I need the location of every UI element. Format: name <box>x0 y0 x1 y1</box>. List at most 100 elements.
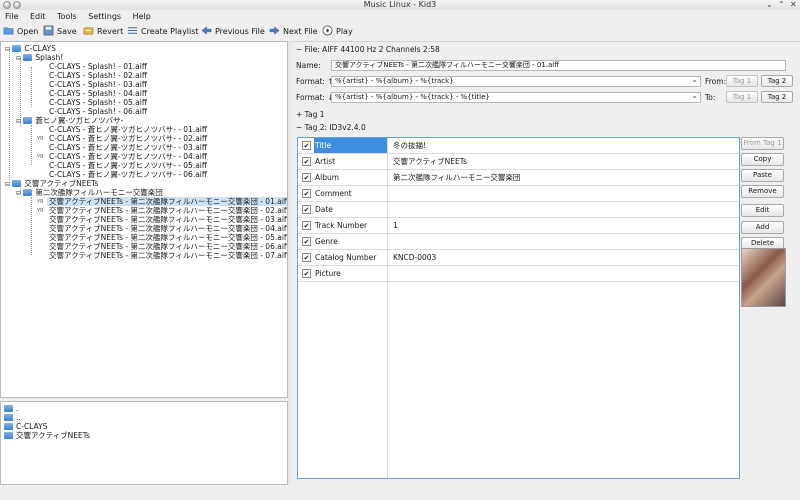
tree-album-kantai[interactable]: ⊟ 第二次艦隊フィルハーモニー交響楽団 <box>16 188 163 197</box>
maximize-icon[interactable]: ⌃ <box>778 0 785 10</box>
to-tag1-button[interactable]: Tag 1 <box>726 91 758 103</box>
tree-file[interactable]: C-CLAYS - 蒼ヒノ翼-ツガヒノツバサ- - 03.aiff <box>49 143 207 152</box>
dir-label: . <box>16 404 19 413</box>
collapse-icon[interactable]: ⊟ <box>5 46 10 53</box>
tree-file[interactable]: C-CLAYS - 蒼ヒノ翼-ツガヒノツバサ- - 01.aiff <box>49 125 207 134</box>
from-tag1-copy-button[interactable]: From Tag 1 <box>741 137 784 150</box>
add-button[interactable]: Add <box>741 221 784 234</box>
tree-file[interactable]: C-CLAYS - Splash! - 06.aiff <box>49 107 147 116</box>
tree-file[interactable]: C-CLAYS - Splash! - 02.aiff <box>49 71 147 80</box>
tree-file[interactable]: 交響アクティブNEETs - 第二次艦隊フィルハーモニー交響楽団 - 04.ai… <box>49 224 287 233</box>
folder-icon <box>4 422 13 430</box>
checkbox[interactable]: ✔ <box>302 141 311 150</box>
tag2-section-header[interactable]: − Tag 2: ID3v2.4.0 <box>296 122 366 133</box>
checkbox[interactable]: ✔ <box>302 237 311 246</box>
field-value[interactable]: 冬の抜錨! <box>390 138 426 154</box>
tree-file[interactable]: C-CLAYS - Splash! - 04.aiff <box>49 89 147 98</box>
tree-file[interactable]: 交響アクティブNEETs - 第二次艦隊フィルハーモニー交響楽団 - 03.ai… <box>49 215 287 224</box>
folder-icon <box>23 188 33 196</box>
toolbar: Open Save Revert Create Playlist Previou… <box>0 23 800 42</box>
table-row[interactable]: ✔ Track Number 1 <box>298 218 739 234</box>
from-tag2-button[interactable]: Tag 2 <box>761 75 793 87</box>
checkbox[interactable]: ✔ <box>302 173 311 182</box>
tree-file[interactable]: C-CLAYS - Splash! - 03.aiff <box>49 80 147 89</box>
file-section-header[interactable]: − File: AIFF 44100 Hz 2 Channels 2:58 <box>296 44 440 55</box>
table-row[interactable]: ✔ Picture <box>298 266 739 282</box>
collapse-icon[interactable]: ⊟ <box>16 118 21 125</box>
tree-file[interactable]: 交響アクティブNEETs - 第二次艦隊フィルハーモニー交響楽団 - 07.ai… <box>49 251 287 260</box>
menu-edit[interactable]: Edit <box>30 10 46 23</box>
tree-file[interactable]: C-CLAYS - 蒼ヒノ翼-ツガヒノツバサ- - 02.aiff <box>49 134 207 143</box>
field-value[interactable]: KNCD-0003 <box>390 250 436 266</box>
tree-file[interactable]: 交響アクティブNEETs - 第二次艦隊フィルハーモニー交響楽団 - 02.ai… <box>49 206 287 215</box>
tag1-section-header[interactable]: + Tag 1 <box>296 109 325 120</box>
table-row[interactable]: ✔ Genre <box>298 234 739 250</box>
previous-file-button[interactable]: Previous File <box>201 25 265 39</box>
paste-button[interactable]: Paste <box>741 169 784 182</box>
checkbox[interactable]: ✔ <box>302 221 311 230</box>
tag2-frame-table[interactable]: ✔ Title 冬の抜錨! ✔ Artist 交響アクティブNEETs ✔ Al… <box>297 137 740 479</box>
format-up-combo[interactable]: %{artist} - %{album} - %{track} <box>331 76 701 87</box>
dir-item[interactable]: . <box>4 404 18 413</box>
table-row[interactable]: ✔ Catalog Number KNCD-0003 <box>298 250 739 266</box>
to-tag2-button[interactable]: Tag 2 <box>761 91 793 103</box>
table-row[interactable]: ✔ Comment <box>298 186 739 202</box>
tree-file[interactable]: 交響アクティブNEETs - 第二次艦隊フィルハーモニー交響楽団 - 06.ai… <box>49 242 287 251</box>
window-menu-icon[interactable] <box>3 1 11 9</box>
tree-album-splash[interactable]: ⊟ Splash! <box>16 53 63 62</box>
copy-button[interactable]: Copy <box>741 153 784 166</box>
file-tree[interactable]: ⊟ C-CLAYS ⊟ Splash! C-CLAYS - Splash! - … <box>0 41 288 398</box>
checkbox[interactable]: ✔ <box>302 205 311 214</box>
minimize-icon[interactable]: ⌄ <box>766 0 773 10</box>
table-row[interactable]: ✔ Title 冬の抜錨! <box>298 138 739 154</box>
table-row[interactable]: ✔ Date <box>298 202 739 218</box>
revert-button[interactable]: Revert <box>83 25 123 39</box>
open-button[interactable]: Open <box>3 25 38 39</box>
tree-file-selected[interactable]: 交響アクティブNEETs - 第二次艦隊フィルハーモニー交響楽団 - 01.ai… <box>47 197 287 206</box>
dir-item[interactable]: .. <box>4 413 21 422</box>
table-row[interactable]: ✔ Artist 交響アクティブNEETs <box>298 154 739 170</box>
dir-item[interactable]: 交響アクティブNEETs <box>4 431 90 440</box>
from-tag1-button[interactable]: Tag 1 <box>726 75 758 87</box>
filename-input[interactable]: 交響アクティブNEETs - 第二次艦隊フィルハーモニー交響楽団 - 01.ai… <box>331 60 786 71</box>
tree-root-neets[interactable]: ⊟ 交響アクティブNEETs <box>5 179 98 188</box>
tree-file[interactable]: C-CLAYS - Splash! - 05.aiff <box>49 98 147 107</box>
tree-root-c-clays[interactable]: ⊟ C-CLAYS <box>5 44 56 53</box>
field-value[interactable]: 1 <box>390 218 398 234</box>
menu-help[interactable]: Help <box>133 10 151 23</box>
expand-icon[interactable]: + <box>296 110 305 119</box>
menu-settings[interactable]: Settings <box>88 10 121 23</box>
tree-file[interactable]: C-CLAYS - Splash! - 01.aiff <box>49 62 147 71</box>
tree-file[interactable]: C-CLAYS - 蒼ヒノ翼-ツガヒノツバサ- - 06.aiff <box>49 170 207 179</box>
remove-button[interactable]: Remove <box>741 185 784 198</box>
checkbox[interactable]: ✔ <box>302 157 311 166</box>
table-row[interactable]: ✔ Album 第二次艦隊フィルハーモニー交響楽団 <box>298 170 739 186</box>
tree-file[interactable]: 交響アクティブNEETs - 第二次艦隊フィルハーモニー交響楽団 - 05.ai… <box>49 233 287 242</box>
collapse-icon[interactable]: − <box>296 123 305 132</box>
format-down-combo[interactable]: %{artist} - %{album} - %{track} - %{titl… <box>331 92 701 103</box>
checkbox[interactable]: ✔ <box>302 269 311 278</box>
next-file-button[interactable]: Next File <box>269 25 318 39</box>
edit-button[interactable]: Edit <box>741 204 784 217</box>
field-value[interactable]: 交響アクティブNEETs <box>390 154 467 170</box>
field-name: Picture <box>315 269 341 278</box>
directory-list[interactable]: . .. C-CLAYS 交響アクティブNEETs <box>0 401 288 485</box>
menu-file[interactable]: File <box>5 10 18 23</box>
checkbox[interactable]: ✔ <box>302 189 311 198</box>
collapse-icon[interactable]: ⊟ <box>16 55 21 62</box>
collapse-icon[interactable]: ⊟ <box>16 190 21 197</box>
window-pin-icon[interactable] <box>13 1 21 9</box>
tree-file[interactable]: C-CLAYS - 蒼ヒノ翼-ツガヒノツバサ- - 05.aiff <box>49 161 207 170</box>
tree-album-tsugahi[interactable]: ⊟ 蒼ヒノ翼-ツガヒノツバサ- <box>16 116 123 125</box>
field-value[interactable]: 第二次艦隊フィルハーモニー交響楽団 <box>390 170 520 186</box>
checkbox[interactable]: ✔ <box>302 253 311 262</box>
dir-item[interactable]: C-CLAYS <box>4 422 47 431</box>
create-playlist-button[interactable]: Create Playlist <box>127 25 199 39</box>
collapse-icon[interactable]: − <box>296 45 305 54</box>
tree-file[interactable]: C-CLAYS - 蒼ヒノ翼-ツガヒノツバサ- - 04.aiff <box>49 152 207 161</box>
save-button[interactable]: Save <box>43 25 77 39</box>
collapse-icon[interactable]: ⊟ <box>5 181 10 188</box>
play-button[interactable]: Play <box>322 25 353 39</box>
close-icon[interactable]: ✕ <box>790 0 797 10</box>
menu-tools[interactable]: Tools <box>57 10 77 23</box>
